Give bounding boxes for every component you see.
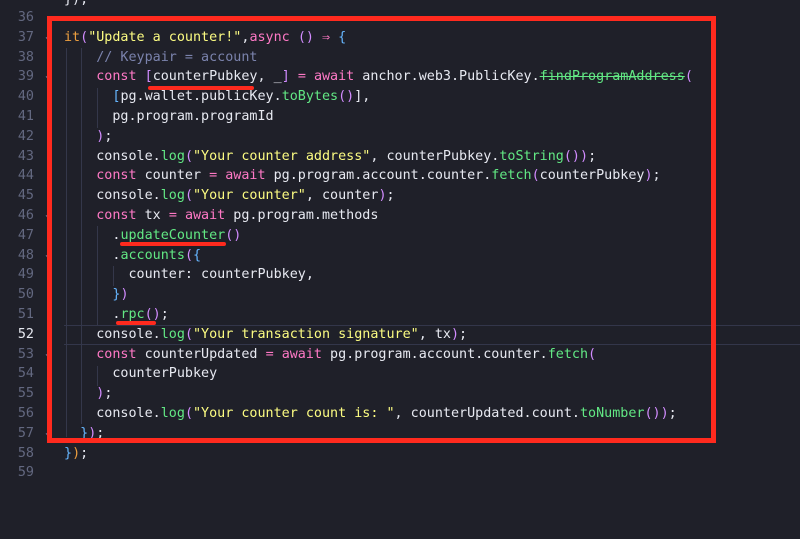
line-number: 37 bbox=[17, 30, 34, 45]
line-number: 47 bbox=[17, 228, 34, 243]
line-number: 40 bbox=[17, 89, 34, 104]
line-number: 42 bbox=[17, 129, 34, 144]
line-number: 54 bbox=[17, 366, 34, 381]
code-editor[interactable]: }); 3637⌄it("Update a counter!",async ()… bbox=[0, 0, 800, 539]
line-number: 46 bbox=[17, 208, 34, 223]
line-number: 56 bbox=[17, 406, 34, 421]
line-number: 49 bbox=[17, 267, 34, 282]
line-number: 36 bbox=[17, 10, 34, 25]
line-number: 45 bbox=[17, 188, 34, 203]
line-number: 52 bbox=[17, 327, 34, 342]
line-number: 59 bbox=[17, 465, 34, 480]
line-number: 44 bbox=[17, 168, 34, 183]
line-number: 57 bbox=[17, 426, 34, 441]
red-annotation-box bbox=[47, 16, 716, 443]
line-code: }); bbox=[64, 446, 89, 461]
code-line[interactable]: 58}); bbox=[0, 444, 800, 464]
line-number: 50 bbox=[17, 287, 34, 302]
line-number: 53 bbox=[17, 347, 34, 362]
line-number: 55 bbox=[17, 386, 34, 401]
line-number: 48 bbox=[17, 248, 34, 263]
line-number: 58 bbox=[17, 446, 34, 461]
line-number: 39 bbox=[17, 69, 34, 84]
partial-line-above: }); bbox=[0, 0, 800, 7]
code-line[interactable]: 59 bbox=[0, 463, 800, 483]
line-number: 38 bbox=[17, 50, 34, 65]
line-number: 41 bbox=[17, 109, 34, 124]
line-number: 43 bbox=[17, 149, 34, 164]
line-number: 51 bbox=[17, 307, 34, 322]
